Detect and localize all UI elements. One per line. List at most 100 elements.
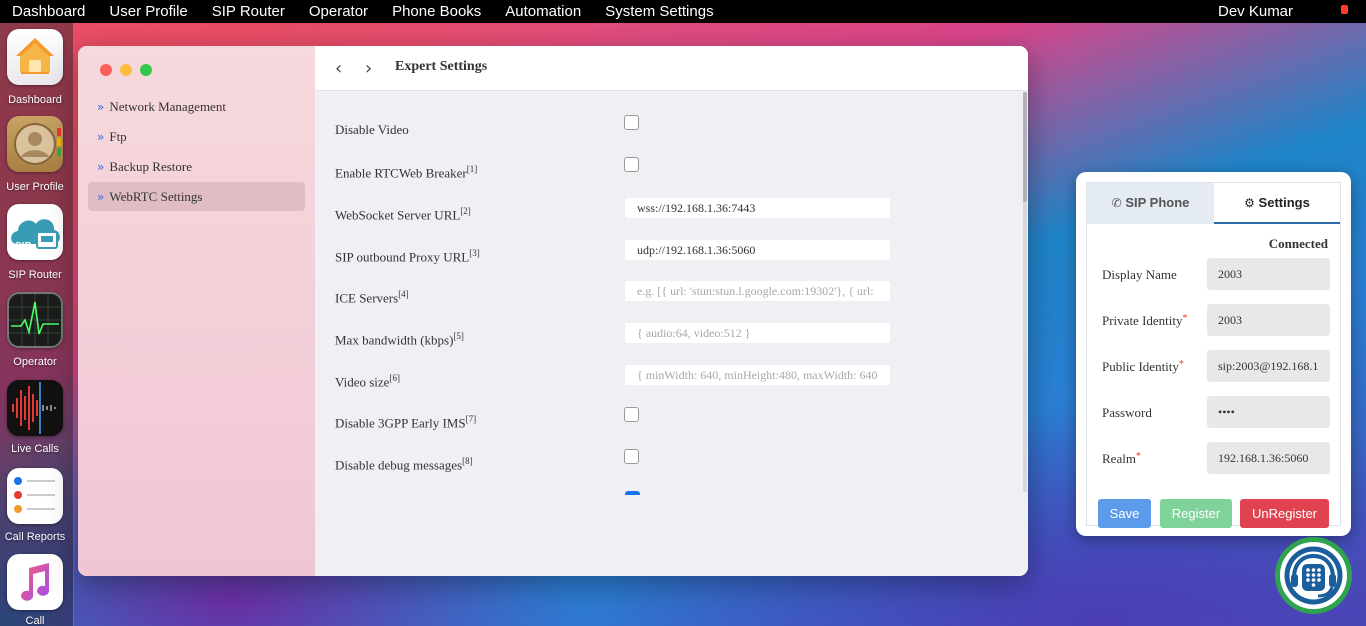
setting-disable-3gpp-early-ims: Disable 3GPP Early IMS[7] (335, 406, 995, 436)
setting-label: SIP outbound Proxy URL[3] (335, 248, 480, 265)
field-public-identity: Public Identity* (1102, 350, 1330, 382)
menu-operator[interactable]: Operator (297, 0, 380, 23)
phone-icon: ✆ (1111, 196, 1122, 210)
field-realm: Realm* (1102, 442, 1330, 474)
window-close-button[interactable] (100, 64, 112, 76)
setting-sip-outbound-proxy-url: SIP outbound Proxy URL[3] (335, 240, 995, 270)
disable-video-checkbox[interactable] (624, 115, 639, 130)
tab-sip-phone[interactable]: ✆ SIP Phone (1087, 183, 1214, 224)
dock-item-sip-router[interactable]: SIP SIP Router (0, 199, 70, 285)
sidebar-item-label: WebRTC Settings (109, 189, 203, 204)
registration-status: Connected (1268, 236, 1328, 251)
dock-item-call-recording[interactable]: Call Recording (0, 551, 70, 626)
websocket-server-url-input[interactable] (625, 198, 890, 218)
gears-icon: ⚙ (1244, 196, 1255, 210)
user-menu[interactable]: Dev Kumar (1206, 0, 1305, 23)
sidebar-item-network-management[interactable]: » Network Management (88, 92, 305, 121)
setting-label: Video size[6] (335, 373, 400, 390)
recording-indicator-icon (1341, 5, 1348, 14)
top-menu-bar: Dashboard User Profile SIP Router Operat… (0, 0, 1366, 23)
webrtc-settings-form: Disable Video Enable RTCWeb Breaker[1] W… (315, 92, 1022, 492)
menu-system-settings[interactable]: System Settings (593, 0, 725, 23)
sidebar-item-backup-restore[interactable]: » Backup Restore (88, 152, 305, 181)
sip-phone-card: ✆ SIP Phone ⚙ Settings Connected Display… (1086, 182, 1341, 528)
back-chevron-icon[interactable]: ‹ (335, 58, 342, 79)
setting-disable-video: Disable Video (335, 114, 995, 144)
menu-phone-books[interactable]: Phone Books (380, 0, 493, 23)
contacts-icon (7, 116, 63, 172)
field-label: Realm* (1102, 451, 1141, 466)
save-button[interactable]: Save (1098, 499, 1151, 528)
dock-label: Call Recording (25, 615, 45, 626)
window-sidebar: » Network Management » Ftp » Backup Restore… (78, 46, 315, 576)
sip-outbound-proxy-url-input[interactable] (625, 240, 890, 260)
double-chevron-right-icon: » (97, 160, 105, 174)
field-label: Public Identity* (1102, 359, 1184, 374)
register-button[interactable]: Register (1160, 499, 1232, 528)
sidebar-item-label: Backup Restore (109, 159, 193, 174)
app-dock: Dashboard User Profile SIP SIP Router Op… (0, 23, 74, 626)
password-input[interactable] (1207, 396, 1330, 428)
field-private-identity: Private Identity* (1102, 304, 1330, 336)
menu-user-profile[interactable]: User Profile (97, 0, 199, 23)
public-identity-input[interactable] (1207, 350, 1330, 382)
dock-item-call-reports[interactable]: Call Reports (0, 463, 70, 549)
window-maximize-button[interactable] (140, 64, 152, 76)
private-identity-input[interactable] (1207, 304, 1330, 336)
dock-item-dashboard[interactable]: Dashboard (0, 23, 70, 109)
phone-widget-button[interactable] (1275, 537, 1352, 614)
sidebar-item-webrtc-settings[interactable]: » WebRTC Settings (88, 182, 305, 211)
setting-label: Disable 3GPP Early IMS[7] (335, 414, 477, 431)
required-asterisk: * (1178, 359, 1184, 370)
field-password: Password (1102, 396, 1330, 428)
menu-dashboard[interactable]: Dashboard (0, 0, 97, 23)
setting-disable-debug-messages: Disable debug messages[8] (335, 448, 995, 478)
dock-item-user-profile[interactable]: User Profile (0, 111, 70, 197)
setting-label: Enable RTCWeb Breaker[1] (335, 164, 478, 181)
page-title: Expert Settings (395, 59, 488, 74)
disable-debug-messages-checkbox[interactable] (624, 449, 639, 464)
forward-chevron-icon[interactable]: › (365, 58, 372, 79)
dock-item-live-calls[interactable]: Live Calls (0, 375, 70, 461)
enable-rtcweb-breaker-checkbox[interactable] (624, 157, 639, 172)
disable-3gpp-early-ims-checkbox[interactable] (624, 407, 639, 422)
music-note-icon (7, 554, 63, 610)
max-bandwidth-input[interactable] (625, 323, 890, 343)
realm-input[interactable] (1207, 442, 1330, 474)
sip-cloud-icon: SIP (7, 204, 63, 260)
setting-websocket-server-url: WebSocket Server URL[2] (335, 198, 995, 228)
unregister-button[interactable]: UnRegister (1240, 499, 1329, 528)
window-content: ‹ › Expert Settings Disable Video Enable… (315, 46, 1028, 576)
menu-automation[interactable]: Automation (493, 0, 593, 23)
window-minimize-button[interactable] (120, 64, 132, 76)
setting-max-bandwidth: Max bandwidth (kbps)[5] (335, 323, 995, 353)
settings-scrollbar[interactable] (1023, 92, 1027, 492)
double-chevron-right-icon: » (97, 190, 105, 204)
menu-sip-router[interactable]: SIP Router (200, 0, 297, 23)
field-display-name: Display Name (1102, 258, 1330, 290)
display-name-input[interactable] (1207, 258, 1330, 290)
home-icon (7, 29, 63, 85)
window-header: ‹ › Expert Settings (315, 46, 1028, 91)
tab-settings[interactable]: ⚙ Settings (1214, 183, 1340, 224)
setting-label: Max bandwidth (kbps)[5] (335, 331, 464, 348)
expert-settings-window: » Network Management » Ftp » Backup Restore… (78, 46, 1028, 576)
sidebar-item-ftp[interactable]: » Ftp (88, 122, 305, 151)
double-chevron-right-icon: » (97, 130, 105, 144)
partially-visible-checkbox[interactable] (625, 491, 640, 495)
sip-phone-panel: ✆ SIP Phone ⚙ Settings Connected Display… (1076, 172, 1351, 536)
field-label: Password (1102, 405, 1152, 420)
dock-label: Live Calls (11, 443, 59, 455)
video-size-input[interactable] (625, 365, 890, 385)
ice-servers-input[interactable] (625, 281, 890, 301)
sidebar-item-label: Ftp (109, 129, 127, 144)
setting-label: Disable Video (335, 122, 409, 137)
dock-item-operator[interactable]: Operator (0, 287, 70, 373)
dock-label: Dashboard (8, 94, 62, 106)
scrollbar-thumb[interactable] (1023, 92, 1027, 202)
setting-label: WebSocket Server URL[2] (335, 206, 471, 223)
required-asterisk: * (1182, 313, 1188, 324)
setting-label: Disable debug messages[8] (335, 456, 473, 473)
reminders-list-icon (7, 468, 63, 524)
svg-text:SIP: SIP (15, 241, 31, 252)
